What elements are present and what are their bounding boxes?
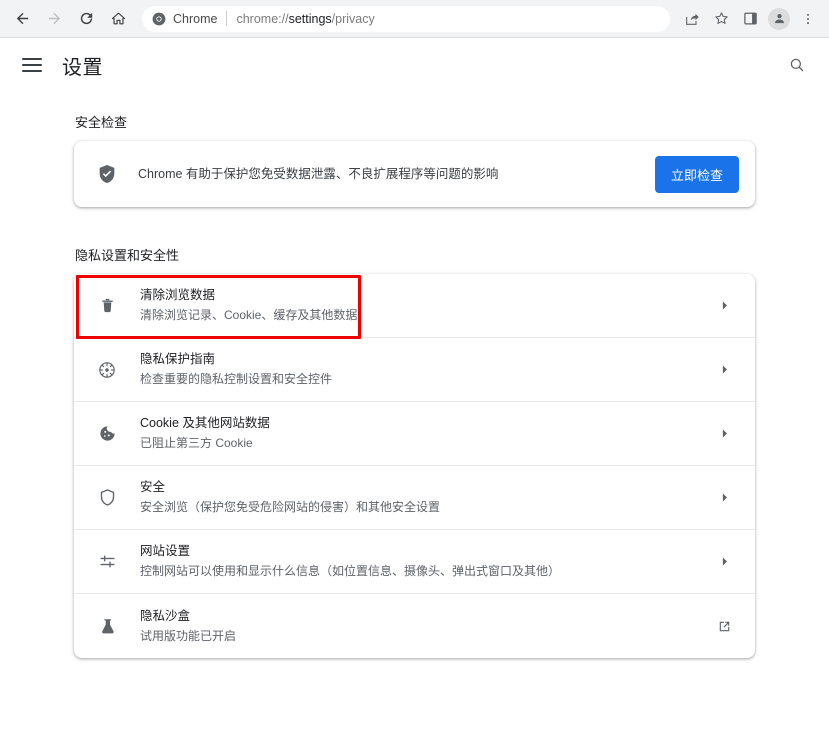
settings-content: 安全检查 Chrome 有助于保护您免受数据泄露、不良扩展程序等问题的影响 立即…	[0, 92, 829, 743]
privacy-row-title: Cookie 及其他网站数据	[140, 416, 270, 431]
privacy-settings-card: 清除浏览数据 清除浏览记录、Cookie、缓存及其他数据 隐私保护指南 检查重要…	[74, 274, 755, 658]
chevron-right-icon[interactable]	[713, 555, 735, 568]
hamburger-line	[22, 70, 42, 72]
privacy-row-title: 安全	[140, 480, 166, 495]
privacy-row-privacy-guide[interactable]: 隐私保护指南 检查重要的隐私控制设置和安全控件	[74, 338, 755, 402]
hamburger-line	[22, 64, 42, 66]
chevron-right-icon[interactable]	[713, 427, 735, 440]
privacy-row-title: 隐私沙盒	[140, 608, 191, 623]
omnibox-site-name: Chrome	[173, 11, 218, 26]
search-settings-button[interactable]	[783, 51, 811, 79]
privacy-row-texts: 隐私沙盒 试用版功能已开启	[140, 607, 713, 646]
privacy-row-texts: 安全 安全浏览（保护您免受危险网站的侵害）和其他安全设置	[140, 478, 713, 517]
privacy-row-privacy-sandbox[interactable]: 隐私沙盒 试用版功能已开启	[74, 594, 755, 658]
address-bar[interactable]: Chrome chrome://settings/privacy	[142, 5, 670, 32]
privacy-row-texts: Cookie 及其他网站数据 已阻止第三方 Cookie	[140, 414, 713, 453]
privacy-guide-icon	[96, 360, 118, 380]
profile-button[interactable]	[766, 6, 792, 32]
shield-outline-icon	[96, 488, 118, 507]
side-panel-icon	[743, 12, 757, 25]
chrome-logo-icon	[152, 12, 166, 26]
browser-toolbar: Chrome chrome://settings/privacy	[0, 0, 829, 38]
side-panel-button[interactable]	[737, 6, 763, 32]
search-icon	[790, 58, 804, 72]
more-menu-icon	[807, 13, 809, 24]
home-button[interactable]	[104, 5, 132, 33]
home-icon	[111, 12, 125, 25]
share-icon	[686, 13, 699, 25]
chevron-right-icon[interactable]	[713, 491, 735, 504]
privacy-row-subtitle: 控制网站可以使用和显示什么信息（如位置信息、摄像头、弹出式窗口及其他）	[140, 564, 561, 579]
reload-button[interactable]	[72, 5, 100, 33]
cookie-icon	[96, 424, 118, 443]
safety-check-section-title: 安全检查	[75, 115, 128, 130]
privacy-row-clear-browsing-data[interactable]: 清除浏览数据 清除浏览记录、Cookie、缓存及其他数据	[74, 274, 755, 339]
safety-check-card: Chrome 有助于保护您免受数据泄露、不良扩展程序等问题的影响 立即检查	[74, 141, 755, 207]
person-icon	[774, 13, 784, 24]
content-column: 安全检查 Chrome 有助于保护您免受数据泄露、不良扩展程序等问题的影响 立即…	[74, 92, 755, 658]
omnibox-divider	[226, 11, 228, 26]
settings-header: 设置	[0, 38, 829, 92]
privacy-row-subtitle: 清除浏览记录、Cookie、缓存及其他数据	[140, 308, 358, 323]
safety-check-description: Chrome 有助于保护您免受数据泄露、不良扩展程序等问题的影响	[138, 166, 499, 181]
check-now-button[interactable]: 立即检查	[654, 155, 739, 193]
avatar	[768, 7, 790, 30]
more-menu-button[interactable]	[795, 6, 821, 32]
back-button[interactable]	[8, 5, 36, 33]
privacy-row-site-settings[interactable]: 网站设置 控制网站可以使用和显示什么信息（如位置信息、摄像头、弹出式窗口及其他）	[74, 530, 755, 594]
hamburger-line	[22, 58, 42, 60]
privacy-row-texts: 隐私保护指南 检查重要的隐私控制设置和安全控件	[140, 350, 713, 389]
bookmark-button[interactable]	[708, 6, 734, 32]
privacy-row-cookies[interactable]: Cookie 及其他网站数据 已阻止第三方 Cookie	[74, 402, 755, 466]
privacy-row-subtitle: 检查重要的隐私控制设置和安全控件	[140, 372, 333, 387]
privacy-row-subtitle: 已阻止第三方 Cookie	[140, 436, 253, 451]
url-prefix: chrome://	[236, 11, 289, 26]
open-in-new-icon[interactable]	[713, 619, 735, 634]
privacy-section-title: 隐私设置和安全性	[75, 248, 180, 263]
reload-icon	[80, 12, 92, 25]
privacy-row-title: 网站设置	[140, 544, 191, 559]
hamburger-menu-icon[interactable]	[22, 52, 48, 78]
privacy-row-title: 隐私保护指南	[140, 352, 216, 367]
chevron-right-icon[interactable]	[713, 363, 735, 376]
omnibox-url: chrome://settings/privacy	[236, 12, 374, 26]
privacy-row-subtitle: 安全浏览（保护您免受危险网站的侵害）和其他安全设置	[140, 500, 441, 515]
chevron-right-icon[interactable]	[713, 299, 735, 312]
page-title: 设置	[62, 56, 103, 79]
url-suffix: /privacy	[331, 11, 375, 26]
privacy-row-texts: 清除浏览数据 清除浏览记录、Cookie、缓存及其他数据	[140, 286, 713, 325]
privacy-row-security[interactable]: 安全 安全浏览（保护您免受危险网站的侵害）和其他安全设置	[74, 466, 755, 530]
forward-button[interactable]	[40, 5, 68, 33]
star-icon	[714, 12, 728, 24]
url-strong: settings	[288, 11, 332, 26]
forward-arrow-icon	[48, 12, 60, 25]
shield-check-icon	[96, 163, 118, 185]
trash-icon	[96, 297, 118, 314]
tune-icon	[96, 552, 118, 571]
share-button[interactable]	[679, 6, 705, 32]
privacy-row-subtitle: 试用版功能已开启	[140, 628, 237, 643]
privacy-row-texts: 网站设置 控制网站可以使用和显示什么信息（如位置信息、摄像头、弹出式窗口及其他）	[140, 542, 713, 581]
privacy-row-title: 清除浏览数据	[140, 288, 216, 303]
back-arrow-icon	[16, 12, 28, 25]
flask-icon	[96, 617, 118, 636]
